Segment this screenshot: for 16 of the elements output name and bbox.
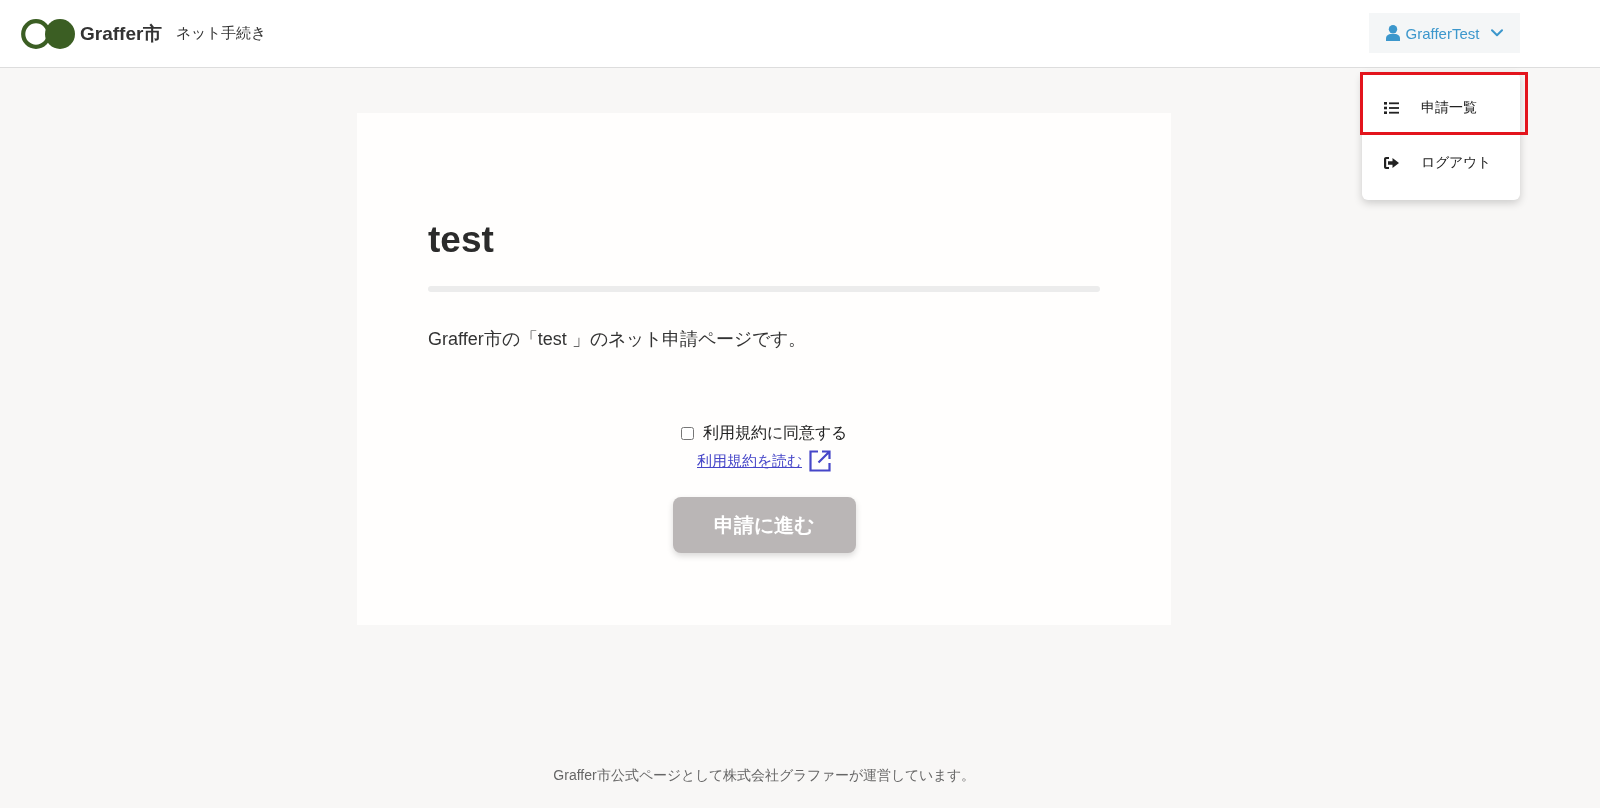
menu-item[interactable]: ログアウト bbox=[1362, 135, 1520, 190]
footer-text: Graffer市公式ページとして株式会社グラファーが運営しています。 bbox=[553, 767, 975, 785]
terms-link[interactable]: 利用規約を読む bbox=[697, 449, 802, 473]
logo-icon bbox=[21, 18, 75, 49]
menu-item[interactable]: 申請一覧 bbox=[1362, 80, 1520, 135]
agree-checkbox[interactable] bbox=[681, 426, 694, 440]
external-link-icon[interactable] bbox=[809, 450, 831, 472]
description: Graffer市の「test 」のネット申請ページです。 bbox=[428, 328, 807, 351]
chevron-down-icon bbox=[1491, 29, 1504, 37]
page-title: test bbox=[428, 218, 495, 262]
agree-label[interactable]: 利用規約に同意する bbox=[703, 421, 847, 445]
service-name: ネット手続き bbox=[176, 24, 267, 43]
logout-icon bbox=[1384, 156, 1399, 169]
logo-text[interactable]: Graffer市 bbox=[80, 20, 163, 47]
user-icon bbox=[1385, 25, 1400, 41]
list-icon bbox=[1384, 101, 1399, 114]
